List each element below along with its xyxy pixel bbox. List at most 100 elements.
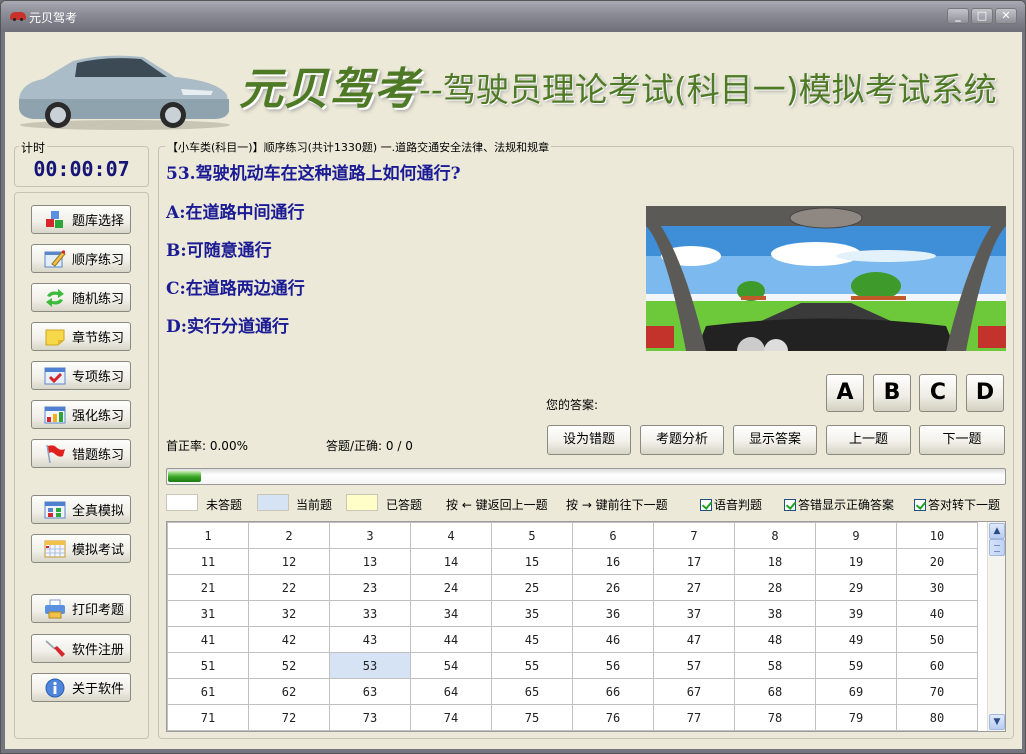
sequential-practice-button[interactable]: 顺序练习 [31, 244, 131, 273]
grid-cell[interactable]: 39 [815, 600, 897, 627]
grid-cell[interactable]: 58 [734, 652, 816, 679]
grid-cell[interactable]: 49 [815, 626, 897, 653]
grid-cell[interactable]: 8 [734, 522, 816, 549]
minimize-button[interactable]: _ [947, 8, 969, 24]
grid-cell[interactable]: 7 [653, 522, 735, 549]
grid-cell[interactable]: 33 [329, 600, 411, 627]
grid-cell[interactable]: 79 [815, 704, 897, 731]
grid-cell[interactable]: 51 [167, 652, 249, 679]
maximize-button[interactable]: □ [971, 8, 993, 24]
grid-cell[interactable]: 36 [572, 600, 654, 627]
show-answer-button[interactable]: 显示答案 [733, 425, 817, 455]
grid-cell[interactable]: 31 [167, 600, 249, 627]
grid-cell[interactable]: 16 [572, 548, 654, 575]
grid-cell[interactable]: 45 [491, 626, 573, 653]
grid-cell[interactable]: 18 [734, 548, 816, 575]
grid-cell[interactable]: 21 [167, 574, 249, 601]
grid-cell[interactable]: 35 [491, 600, 573, 627]
intensive-practice-button[interactable]: 强化练习 [31, 400, 131, 429]
print-questions-button[interactable]: 打印考题 [31, 594, 131, 623]
grid-cell[interactable]: 25 [491, 574, 573, 601]
grid-cell[interactable]: 50 [896, 626, 978, 653]
grid-cell[interactable]: 78 [734, 704, 816, 731]
scroll-up-button[interactable]: ▲ [989, 523, 1005, 539]
grid-cell[interactable]: 57 [653, 652, 735, 679]
answer-a-button[interactable]: A [826, 374, 864, 412]
random-practice-button[interactable]: 随机练习 [31, 283, 131, 312]
grid-cell[interactable]: 11 [167, 548, 249, 575]
special-practice-button[interactable]: 专项练习 [31, 361, 131, 390]
grid-cell-current[interactable]: 53 [329, 652, 411, 679]
grid-cell[interactable]: 4 [410, 522, 492, 549]
question-analysis-button[interactable]: 考题分析 [640, 425, 724, 455]
grid-cell[interactable]: 80 [896, 704, 978, 731]
close-button[interactable]: ✕ [995, 8, 1017, 24]
grid-cell[interactable]: 5 [491, 522, 573, 549]
software-register-button[interactable]: 软件注册 [31, 634, 131, 663]
grid-cell[interactable]: 41 [167, 626, 249, 653]
grid-cell[interactable]: 12 [248, 548, 330, 575]
grid-cell[interactable]: 22 [248, 574, 330, 601]
grid-cell[interactable]: 61 [167, 678, 249, 705]
grid-cell[interactable]: 42 [248, 626, 330, 653]
grid-cell[interactable]: 29 [815, 574, 897, 601]
answer-d-button[interactable]: D [966, 374, 1004, 412]
grid-cell[interactable]: 10 [896, 522, 978, 549]
checkbox-checked-icon[interactable] [700, 498, 712, 511]
grid-cell[interactable]: 37 [653, 600, 735, 627]
grid-cell[interactable]: 54 [410, 652, 492, 679]
grid-cell[interactable]: 43 [329, 626, 411, 653]
mark-wrong-button[interactable]: 设为错题 [547, 425, 631, 455]
grid-cell[interactable]: 15 [491, 548, 573, 575]
voice-judge-checkbox[interactable]: 语音判题 [700, 496, 762, 513]
answer-c-button[interactable]: C [919, 374, 957, 412]
grid-cell[interactable]: 66 [572, 678, 654, 705]
grid-cell[interactable]: 65 [491, 678, 573, 705]
vertical-scrollbar[interactable]: ▲ ▼ [987, 522, 1005, 731]
grid-cell[interactable]: 9 [815, 522, 897, 549]
grid-cell[interactable]: 74 [410, 704, 492, 731]
grid-cell[interactable]: 76 [572, 704, 654, 731]
grid-cell[interactable]: 17 [653, 548, 735, 575]
grid-cell[interactable]: 3 [329, 522, 411, 549]
next-question-button[interactable]: 下一题 [919, 425, 1005, 455]
grid-cell[interactable]: 55 [491, 652, 573, 679]
grid-cell[interactable]: 13 [329, 548, 411, 575]
wrong-question-practice-button[interactable]: 错题练习 [31, 439, 131, 468]
auto-next-checkbox[interactable]: 答对转下一题 [914, 496, 1000, 513]
grid-cell[interactable]: 6 [572, 522, 654, 549]
grid-cell[interactable]: 44 [410, 626, 492, 653]
grid-cell[interactable]: 30 [896, 574, 978, 601]
grid-cell[interactable]: 32 [248, 600, 330, 627]
grid-cell[interactable]: 56 [572, 652, 654, 679]
grid-cell[interactable]: 23 [329, 574, 411, 601]
grid-cell[interactable]: 19 [815, 548, 897, 575]
grid-cell[interactable]: 62 [248, 678, 330, 705]
grid-cell[interactable]: 68 [734, 678, 816, 705]
grid-cell[interactable]: 40 [896, 600, 978, 627]
grid-cell[interactable]: 14 [410, 548, 492, 575]
title-bar[interactable]: 元贝驾考 _ □ ✕ [1, 1, 1025, 32]
about-software-button[interactable]: 关于软件 [31, 673, 131, 702]
grid-cell[interactable]: 46 [572, 626, 654, 653]
grid-cell[interactable]: 72 [248, 704, 330, 731]
grid-cell[interactable]: 34 [410, 600, 492, 627]
grid-cell[interactable]: 69 [815, 678, 897, 705]
show-correct-answer-checkbox[interactable]: 答错显示正确答案 [784, 496, 894, 513]
scroll-down-button[interactable]: ▼ [989, 714, 1005, 730]
checkbox-checked-icon[interactable] [914, 498, 926, 511]
previous-question-button[interactable]: 上一题 [826, 425, 911, 455]
grid-cell[interactable]: 67 [653, 678, 735, 705]
grid-cell[interactable]: 26 [572, 574, 654, 601]
grid-cell[interactable]: 77 [653, 704, 735, 731]
grid-cell[interactable]: 1 [167, 522, 249, 549]
grid-cell[interactable]: 71 [167, 704, 249, 731]
grid-cell[interactable]: 64 [410, 678, 492, 705]
grid-cell[interactable]: 38 [734, 600, 816, 627]
scroll-thumb[interactable] [989, 539, 1005, 556]
grid-cell[interactable]: 75 [491, 704, 573, 731]
question-bank-button[interactable]: 题库选择 [31, 205, 131, 234]
checkbox-checked-icon[interactable] [784, 498, 796, 511]
answer-b-button[interactable]: B [873, 374, 911, 412]
grid-cell[interactable]: 70 [896, 678, 978, 705]
